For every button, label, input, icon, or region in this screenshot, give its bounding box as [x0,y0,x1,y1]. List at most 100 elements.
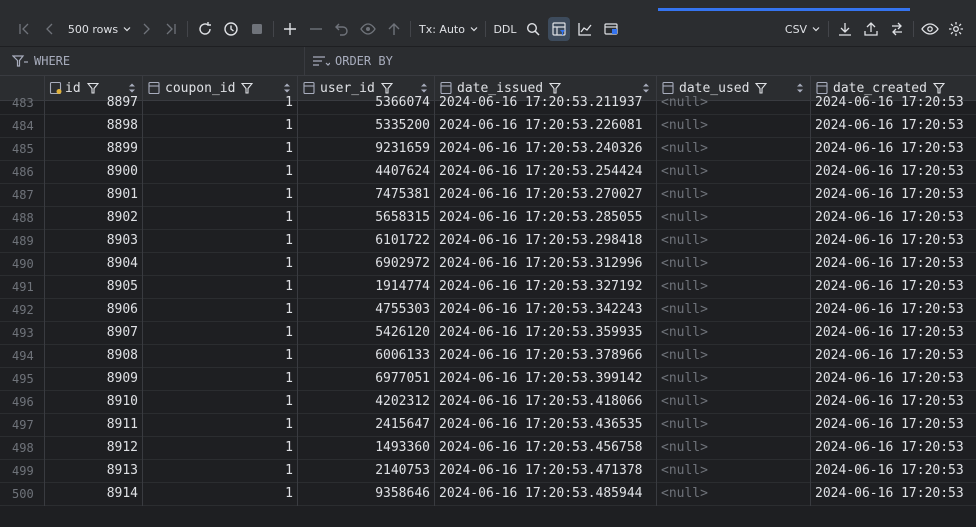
cell-user-id[interactable]: 2140753 [298,460,435,483]
cell-user-id[interactable]: 9358646 [298,483,435,506]
cell-date-issued[interactable]: 2024-06-16 17:20:53.285055 [435,207,657,230]
table-row[interactable]: 500 8914 1 9358646 2024-06-16 17:20:53.48594… [0,483,976,506]
cell-date-issued[interactable]: 2024-06-16 17:20:53.270027 [435,184,657,207]
cell-coupon-id[interactable]: 1 [143,184,298,207]
table-row[interactable]: 483 8897 1 5366074 2024-06-16 17:20:53.21193… [0,93,976,115]
cell-id[interactable]: 8912 [45,437,143,460]
cell-coupon-id[interactable]: 1 [143,161,298,184]
cell-user-id[interactable]: 5335200 [298,115,435,138]
sort-arrows-icon[interactable] [283,83,291,93]
preview-changes-icon[interactable] [357,12,379,46]
cell-id[interactable]: 8897 [45,93,143,115]
cell-id[interactable]: 8909 [45,368,143,391]
cell-date-used[interactable]: <null> [657,368,811,391]
compare-icon[interactable] [886,12,908,46]
cell-coupon-id[interactable]: 1 [143,207,298,230]
cell-date-issued[interactable]: 2024-06-16 17:20:53.399142 [435,368,657,391]
cell-coupon-id[interactable]: 1 [143,138,298,161]
cell-date-created[interactable]: 2024-06-16 17:20:53 [811,414,976,437]
cell-date-issued[interactable]: 2024-06-16 17:20:53.327192 [435,276,657,299]
cell-id[interactable]: 8914 [45,483,143,506]
cell-coupon-id[interactable]: 1 [143,437,298,460]
settings-gear-icon[interactable] [945,12,967,46]
cell-coupon-id[interactable]: 1 [143,253,298,276]
view-options-eye-icon[interactable] [919,12,941,46]
sort-arrows-icon[interactable] [796,83,804,93]
cell-date-used[interactable]: <null> [657,138,811,161]
prev-page-icon[interactable] [40,12,60,46]
cell-id[interactable]: 8900 [45,161,143,184]
cell-date-used[interactable]: <null> [657,322,811,345]
table-row[interactable]: 485 8899 1 9231659 2024-06-16 17:20:53.24032… [0,138,976,161]
cell-date-issued[interactable]: 2024-06-16 17:20:53.456758 [435,437,657,460]
cell-coupon-id[interactable]: 1 [143,368,298,391]
cell-date-used[interactable]: <null> [657,253,811,276]
cell-date-created[interactable]: 2024-06-16 17:20:53 [811,437,976,460]
table-row[interactable]: 495 8909 1 6977051 2024-06-16 17:20:53.39914… [0,368,976,391]
cell-date-used[interactable]: <null> [657,184,811,207]
cell-date-used[interactable]: <null> [657,345,811,368]
transaction-mode-dropdown[interactable]: Tx: Auto [418,12,480,46]
cell-date-created[interactable]: 2024-06-16 17:20:53 [811,345,976,368]
ddl-button[interactable]: DDL [492,12,518,46]
table-row[interactable]: 488 8902 1 5658315 2024-06-16 17:20:53.28505… [0,207,976,230]
cell-id[interactable]: 8905 [45,276,143,299]
cell-date-created[interactable]: 2024-06-16 17:20:53 [811,184,976,207]
cell-coupon-id[interactable]: 1 [143,299,298,322]
cell-coupon-id[interactable]: 1 [143,115,298,138]
cell-id[interactable]: 8906 [45,299,143,322]
cell-id[interactable]: 8908 [45,345,143,368]
cell-date-used[interactable]: <null> [657,437,811,460]
cell-date-issued[interactable]: 2024-06-16 17:20:53.342243 [435,299,657,322]
cell-id[interactable]: 8911 [45,414,143,437]
export-format-dropdown[interactable]: CSV [783,12,823,46]
cell-date-used[interactable]: <null> [657,230,811,253]
where-filter-field[interactable]: WHERE [0,47,305,75]
cell-date-used[interactable]: <null> [657,93,811,115]
table-row[interactable]: 493 8907 1 5426120 2024-06-16 17:20:53.35993… [0,322,976,345]
cell-date-used[interactable]: <null> [657,276,811,299]
cell-date-used[interactable]: <null> [657,391,811,414]
cell-date-created[interactable]: 2024-06-16 17:20:53 [811,161,976,184]
cell-id[interactable]: 8902 [45,207,143,230]
order-by-field[interactable]: ORDER BY [305,47,393,75]
table-row[interactable]: 496 8910 1 4202312 2024-06-16 17:20:53.41806… [0,391,976,414]
table-row[interactable]: 486 8900 1 4407624 2024-06-16 17:20:53.25442… [0,161,976,184]
cell-date-used[interactable]: <null> [657,161,811,184]
table-row[interactable]: 497 8911 1 2415647 2024-06-16 17:20:53.43653… [0,414,976,437]
cell-coupon-id[interactable]: 1 [143,483,298,506]
sort-arrows-icon[interactable] [128,83,136,93]
last-page-icon[interactable] [161,12,181,46]
cell-date-created[interactable]: 2024-06-16 17:20:53 [811,276,976,299]
revert-icon[interactable] [331,12,353,46]
value-editor-icon[interactable] [600,12,622,46]
cell-date-created[interactable]: 2024-06-16 17:20:53 [811,138,976,161]
cell-id[interactable]: 8899 [45,138,143,161]
table-row[interactable]: 494 8908 1 6006133 2024-06-16 17:20:53.37896… [0,345,976,368]
sort-arrows-icon[interactable] [420,83,428,93]
cell-coupon-id[interactable]: 1 [143,230,298,253]
cell-coupon-id[interactable]: 1 [143,93,298,115]
cell-user-id[interactable]: 1493360 [298,437,435,460]
cell-user-id[interactable]: 6101722 [298,230,435,253]
cell-date-issued[interactable]: 2024-06-16 17:20:53.298418 [435,230,657,253]
table-row[interactable]: 490 8904 1 6902972 2024-06-16 17:20:53.31299… [0,253,976,276]
cell-coupon-id[interactable]: 1 [143,414,298,437]
table-row[interactable]: 484 8898 1 5335200 2024-06-16 17:20:53.22608… [0,115,976,138]
chart-icon[interactable] [574,12,596,46]
cell-user-id[interactable]: 1914774 [298,276,435,299]
next-page-icon[interactable] [136,12,156,46]
submit-icon[interactable] [383,12,405,46]
cell-date-issued[interactable]: 2024-06-16 17:20:53.471378 [435,460,657,483]
cell-coupon-id[interactable]: 1 [143,460,298,483]
cell-date-created[interactable]: 2024-06-16 17:20:53 [811,391,976,414]
cell-user-id[interactable]: 6977051 [298,368,435,391]
stop-icon[interactable] [246,12,268,46]
cell-date-issued[interactable]: 2024-06-16 17:20:53.359935 [435,322,657,345]
cell-date-created[interactable]: 2024-06-16 17:20:53 [811,299,976,322]
cell-date-created[interactable]: 2024-06-16 17:20:53 [811,483,976,506]
cell-date-issued[interactable]: 2024-06-16 17:20:53.254424 [435,161,657,184]
cell-coupon-id[interactable]: 1 [143,276,298,299]
cell-date-created[interactable]: 2024-06-16 17:20:53 [811,253,976,276]
cell-date-used[interactable]: <null> [657,460,811,483]
